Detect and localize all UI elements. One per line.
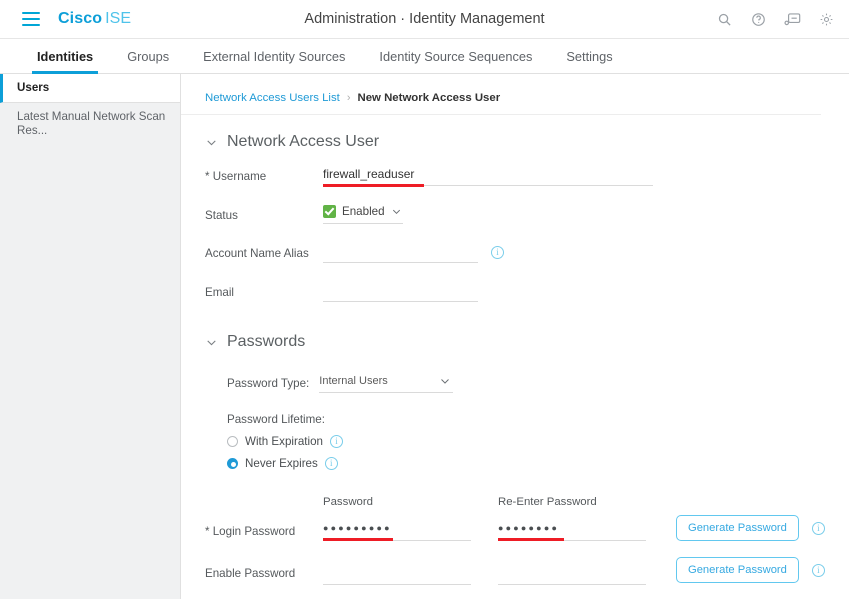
info-icon[interactable]: i (491, 246, 504, 259)
username-label: * Username (205, 170, 267, 183)
email-label: Email (205, 286, 234, 299)
radio-with-expiration[interactable]: With Expiration i (205, 435, 849, 448)
section-title: Network Access User (227, 133, 380, 150)
radio-label: With Expiration (245, 435, 323, 448)
form-row-account-name-alias: Account Name Alias i (205, 242, 849, 263)
status-label: Status (205, 209, 238, 222)
tab-identity-source-sequences[interactable]: Identity Source Sequences (362, 39, 549, 73)
sidebar-item-label: Latest Manual Network Scan Res... (17, 109, 166, 137)
login-password-label: * Login Password (205, 525, 296, 538)
password-type-row: Password Type: Internal Users (205, 373, 849, 393)
brand-ise-text: ISE (105, 10, 132, 27)
header-icon-group (716, 11, 835, 28)
chevron-down-icon (205, 136, 218, 149)
account-name-alias-label: Account Name Alias (205, 247, 309, 260)
search-icon[interactable] (716, 11, 733, 28)
tab-settings[interactable]: Settings (549, 39, 629, 73)
account-name-alias-input[interactable] (323, 242, 478, 263)
enabled-checkmark-icon (323, 205, 336, 218)
username-input[interactable]: firewall_readuser (323, 165, 653, 186)
info-icon[interactable]: i (324, 457, 338, 470)
enable-password-actions: Generate Password i (676, 557, 825, 583)
enable-password-cell (323, 563, 498, 585)
annotation-underline-reenter-password (498, 538, 564, 541)
main-content: Network Access Users List › New Network … (181, 74, 849, 599)
breadcrumb: Network Access Users List › New Network … (181, 74, 821, 115)
breadcrumb-current: New Network Access User (357, 92, 501, 104)
email-field-wrap (323, 281, 478, 302)
gear-icon[interactable] (818, 11, 835, 28)
sidebar-item-latest-manual-network-scan-results[interactable]: Latest Manual Network Scan Res... (0, 103, 180, 145)
radio-label: Never Expires (245, 457, 318, 470)
breadcrumb-link-network-access-users-list[interactable]: Network Access Users List (205, 92, 340, 104)
hamburger-menu-icon[interactable] (22, 12, 40, 26)
tab-label: External Identity Sources (203, 48, 346, 64)
chevron-down-icon (205, 336, 218, 349)
form-row-status: Status Enabled (205, 204, 849, 224)
annotation-underline-login-password (323, 538, 393, 541)
status-field-wrap: Enabled (323, 204, 403, 224)
login-password-actions: Generate Password i (676, 515, 825, 541)
brand-cisco-text: Cisco (58, 10, 103, 27)
top-header-bar: Cisco ISE Administration · Identity Manag… (0, 0, 849, 38)
info-icon[interactable]: i (811, 521, 825, 535)
tab-identities[interactable]: Identities (20, 39, 110, 74)
column-header-password: Password (323, 496, 374, 508)
generate-password-button[interactable]: Generate Password (676, 515, 799, 541)
tab-label: Identities (37, 48, 94, 64)
radio-button-icon (227, 436, 238, 447)
tab-label: Identity Source Sequences (379, 48, 533, 64)
password-type-value: Internal Users (319, 375, 388, 387)
radio-never-expires[interactable]: Never Expires i (205, 457, 849, 470)
enable-reenter-password-input[interactable] (498, 565, 646, 585)
section-header-network-access-user[interactable]: Network Access User (181, 115, 849, 151)
enable-password-label: Enable Password (205, 567, 296, 580)
sidebar-item-users[interactable]: Users (0, 74, 180, 103)
sidebar-item-label: Users (17, 81, 50, 94)
enable-password-input[interactable] (323, 565, 471, 585)
section-title: Passwords (227, 333, 306, 350)
password-lifetime-label: Password Lifetime: (227, 413, 325, 426)
info-icon[interactable]: i (811, 563, 825, 577)
form-row-username: * Username firewall_readuser (205, 165, 849, 187)
login-reenter-password-cell: ●●●●●●●● (498, 521, 676, 541)
column-header-reenter-password: Re-Enter Password (498, 496, 597, 508)
tab-groups[interactable]: Groups (110, 39, 186, 73)
row-enable-password: Enable Password Generate Password i (205, 557, 849, 585)
chevron-down-icon (439, 375, 451, 387)
row-login-password: * Login Password ●●●●●●●●● ●●●●●●●● Gene… (205, 515, 849, 541)
feedback-icon[interactable] (784, 11, 801, 28)
email-input[interactable] (323, 281, 478, 302)
password-entry-grid: Password Re-Enter Password * Login Passw… (181, 496, 849, 585)
tab-label: Settings (566, 48, 613, 64)
passwords-form: Password Type: Internal Users Password L… (181, 373, 849, 470)
password-grid-header: Password Re-Enter Password (205, 496, 849, 508)
password-type-label: Password Type: (227, 376, 310, 390)
radio-button-selected-icon (227, 458, 238, 469)
password-type-select[interactable]: Internal Users (319, 373, 454, 393)
username-field-wrap: firewall_readuser (323, 165, 653, 187)
tab-external-identity-sources[interactable]: External Identity Sources (186, 39, 362, 73)
body-container: Users Latest Manual Network Scan Res... … (0, 74, 849, 599)
status-value: Enabled (342, 205, 385, 218)
section-header-passwords[interactable]: Passwords (181, 311, 849, 351)
cisco-ise-logo[interactable]: Cisco ISE (58, 10, 131, 28)
account-name-alias-field-wrap: i (323, 242, 504, 263)
info-icon[interactable]: i (329, 435, 343, 448)
login-password-cell: ●●●●●●●●● (323, 521, 498, 541)
breadcrumb-separator-icon: › (346, 92, 351, 104)
chevron-down-icon (391, 206, 402, 217)
form-row-email: Email (205, 281, 849, 302)
left-sidebar: Users Latest Manual Network Scan Res... (0, 74, 181, 599)
annotation-underline-username (323, 184, 424, 187)
primary-tab-bar: Identities Groups External Identity Sour… (0, 38, 849, 74)
help-icon[interactable] (750, 11, 767, 28)
tab-label: Groups (127, 48, 170, 64)
network-access-user-form: * Username firewall_readuser Status Enab… (181, 151, 849, 302)
enable-reenter-password-cell (498, 563, 676, 585)
status-dropdown[interactable]: Enabled (323, 204, 403, 224)
generate-password-button[interactable]: Generate Password (676, 557, 799, 583)
